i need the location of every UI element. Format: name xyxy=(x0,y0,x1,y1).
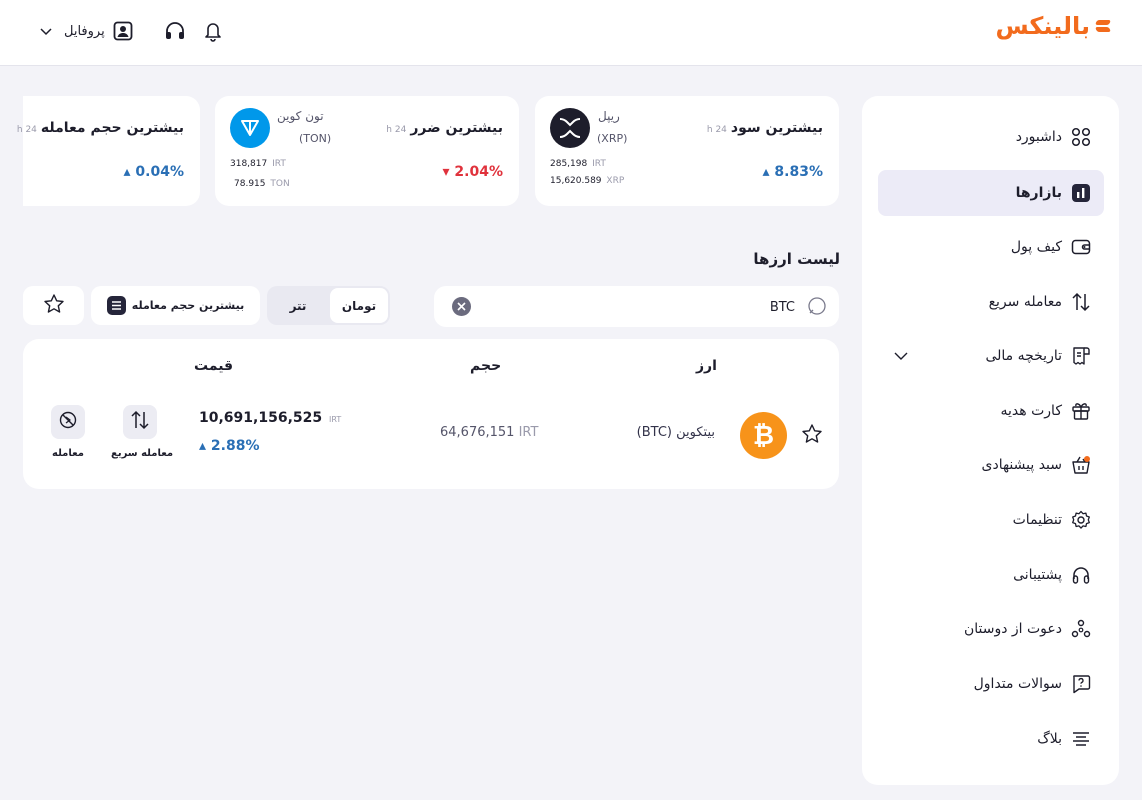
sidebar-item-label: سوالات متداول xyxy=(973,676,1062,692)
trade-label: معامله xyxy=(52,448,84,459)
search-input[interactable] xyxy=(495,296,795,318)
markets-icon xyxy=(1070,182,1092,204)
xrp-icon xyxy=(550,108,590,148)
change-percent: ▴ 8.83% xyxy=(762,164,823,180)
sort-label: بیشترین حجم معامله xyxy=(131,299,245,312)
coin-price: 285,198 IRT xyxy=(550,159,606,169)
sidebar-item-history[interactable]: تاریخچه مالی xyxy=(878,333,1104,379)
bitcoin-icon: ₿ xyxy=(740,412,787,459)
change-percent: ▾ 2.04% xyxy=(442,164,503,180)
column-header-price: قیمت xyxy=(194,358,234,374)
profile-label: پروفایل xyxy=(64,23,105,39)
change-percent: ▴ 0.04% xyxy=(123,164,184,180)
trade-button[interactable] xyxy=(51,405,85,439)
top-loss-card[interactable]: بیشترین ضرر24 h ▾ 2.04% تون کوین (TON) 3… xyxy=(215,96,519,206)
logo-mark-icon xyxy=(1094,18,1112,34)
sidebar-item-quick-trade[interactable]: معامله سریع xyxy=(878,279,1104,325)
top-volume-card[interactable]: بیشترین حجم معامله24 h ▴ 0.04% xyxy=(17,96,200,206)
blog-icon xyxy=(1070,728,1092,750)
sidebar-item-label: پشتیبانی xyxy=(1013,567,1062,583)
user-icon xyxy=(111,19,135,43)
favorites-filter-button[interactable] xyxy=(23,286,84,325)
coin-name: بیتکوین (BTC) xyxy=(636,425,715,440)
sidebar-item-label: بلاگ xyxy=(1037,731,1062,747)
coin-price: 10,691,156,525 IRT xyxy=(199,410,342,426)
coin-price: 318,817 IRT xyxy=(230,159,286,169)
faq-icon xyxy=(1070,673,1092,695)
quote-currency-toggle: تومان تتر xyxy=(267,286,390,325)
quick-trade-label: معامله سریع xyxy=(111,448,174,459)
sidebar-item-blog[interactable]: بلاگ xyxy=(878,716,1104,762)
headset-icon xyxy=(1070,564,1092,586)
quote-option-toman[interactable]: تومان xyxy=(330,288,388,323)
header-actions: پروفایل xyxy=(34,17,225,45)
headset-icon[interactable] xyxy=(163,19,187,43)
gift-icon xyxy=(1070,400,1092,422)
star-icon xyxy=(43,293,65,319)
markets-table: ارز حجم قیمت ₿ بیتکوین (BTC) 64,676,151 … xyxy=(23,339,839,489)
swap-icon xyxy=(130,410,150,434)
gear-icon xyxy=(1070,509,1092,531)
coin-change: ▴ 2.88% xyxy=(199,438,260,454)
dashboard-icon xyxy=(1070,126,1092,148)
sidebar-item-label: کارت هدیه xyxy=(1000,403,1062,419)
coin-name: ریپل xyxy=(598,109,620,123)
quick-trade-button[interactable] xyxy=(123,405,157,439)
sidebar-item-label: داشبورد xyxy=(1015,129,1062,145)
sidebar-item-label: تاریخچه مالی xyxy=(985,348,1062,364)
list-title: لیست ارزها xyxy=(753,250,840,268)
basket-icon xyxy=(1070,454,1092,476)
sidebar-item-label: بازارها xyxy=(1015,185,1062,201)
favorite-star-icon[interactable] xyxy=(801,423,823,449)
sidebar-item-settings[interactable]: تنظیمات xyxy=(878,497,1104,543)
sidebar-item-dashboard[interactable]: داشبورد xyxy=(878,114,1104,160)
sidebar-item-invite[interactable]: دعوت از دوستان xyxy=(878,606,1104,652)
sidebar: داشبورد بازارها کیف پول معامله سریع تاری… xyxy=(862,96,1119,785)
column-header-volume: حجم xyxy=(470,358,502,374)
top-gain-card[interactable]: بیشترین سود24 h ▴ 8.83% ریپل (XRP) 285,1… xyxy=(535,96,839,206)
sidebar-item-markets[interactable]: بازارها xyxy=(878,170,1104,216)
sidebar-item-wallet[interactable]: کیف پول xyxy=(878,224,1104,270)
coin-symbol: (TON) xyxy=(299,132,332,145)
coin-name: تون کوین xyxy=(277,109,324,123)
sidebar-item-basket[interactable]: سبد پیشنهادی xyxy=(878,442,1104,488)
chevron-down-icon xyxy=(34,19,58,43)
sidebar-item-label: دعوت از دوستان xyxy=(963,621,1062,637)
top-header: بالینکس پروفایل xyxy=(0,0,1142,66)
card-title: بیشترین حجم معامله24 h xyxy=(16,120,184,136)
sidebar-item-label: سبد پیشنهادی xyxy=(981,457,1063,473)
card-title: بیشترین ضرر24 h xyxy=(386,120,503,136)
search-icon xyxy=(807,296,827,320)
history-icon xyxy=(1070,345,1092,367)
clear-icon[interactable] xyxy=(452,297,471,316)
brand-logo[interactable]: بالینکس xyxy=(995,12,1112,40)
sidebar-item-label: معامله سریع xyxy=(988,294,1062,310)
card-title: بیشترین سود24 h xyxy=(706,120,823,136)
trade-disabled-icon xyxy=(59,411,77,433)
sort-button[interactable]: بیشترین حجم معامله xyxy=(91,286,260,325)
column-header-asset: ارز xyxy=(696,358,717,374)
swap-icon xyxy=(1070,291,1092,313)
coin-amount: 78.915 TON xyxy=(234,179,290,189)
sidebar-item-label: کیف پول xyxy=(1010,239,1062,255)
wallet-icon xyxy=(1070,236,1092,258)
sidebar-item-gift-card[interactable]: کارت هدیه xyxy=(878,388,1104,434)
sidebar-item-support[interactable]: پشتیبانی xyxy=(878,552,1104,598)
search-box xyxy=(434,286,839,327)
sort-icon xyxy=(106,296,126,315)
ton-icon xyxy=(230,108,270,148)
bell-icon[interactable] xyxy=(201,19,225,43)
sidebar-item-label: تنظیمات xyxy=(1012,512,1062,528)
logo-text: بالینکس xyxy=(995,12,1090,40)
coin-symbol: (XRP) xyxy=(597,132,628,145)
chevron-down-icon[interactable] xyxy=(892,347,910,369)
invite-icon xyxy=(1070,618,1092,640)
profile-menu[interactable]: پروفایل xyxy=(34,19,135,43)
sidebar-item-faq[interactable]: سوالات متداول xyxy=(878,661,1104,707)
coin-amount: 15,620.589 XRP xyxy=(550,176,625,186)
quote-option-tether[interactable]: تتر xyxy=(269,288,327,323)
coin-volume: 64,676,151 IRT xyxy=(440,425,539,440)
